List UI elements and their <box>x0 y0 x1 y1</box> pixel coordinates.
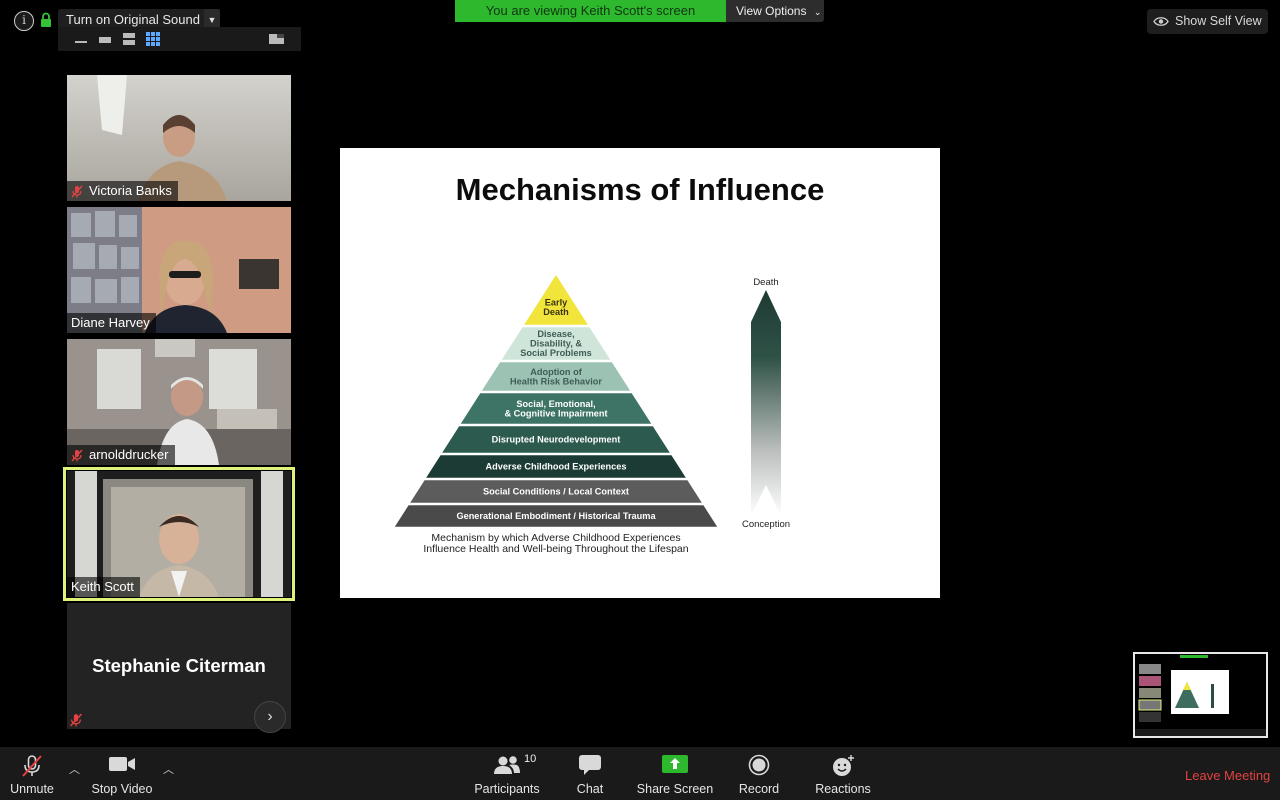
show-self-view-label: Show Self View <box>1175 14 1262 28</box>
smiley-plus-icon <box>833 755 854 776</box>
pyramid-level-label: Adverse Childhood Experiences <box>486 462 627 472</box>
next-page-button[interactable]: › <box>254 701 286 733</box>
participant-name-label: arnolddrucker <box>67 445 175 465</box>
pyramid-level-label: & Cognitive Impairment <box>504 408 607 418</box>
participant-tile-victoria-banks[interactable]: Victoria Banks <box>67 75 291 201</box>
view-options-label: View Options <box>736 4 807 18</box>
show-self-view-button[interactable]: Show Self View <box>1147 9 1268 34</box>
participants-button[interactable]: 10 Participants <box>470 747 544 800</box>
pyramid-level-label: Social, Emotional, <box>516 399 595 409</box>
unmute-button[interactable]: Unmute <box>6 747 58 800</box>
pyramid-level-label: Adoption of <box>530 367 582 377</box>
chevron-right-icon: › <box>267 708 273 725</box>
gallery-grid-icon[interactable] <box>146 32 160 46</box>
gallery-view-bar <box>58 27 301 51</box>
chat-bubble-icon <box>579 755 601 775</box>
encryption-lock-icon[interactable] <box>40 12 52 33</box>
minimized-window-thumbnail[interactable] <box>1133 652 1268 738</box>
participant-name-label: Victoria Banks <box>67 181 178 201</box>
video-options-caret[interactable]: ︿ <box>163 761 174 777</box>
active-speaker-border <box>63 467 295 601</box>
pyramid-level-label: Social Conditions / Local Context <box>483 487 629 497</box>
meeting-toolbar: Unmute ︿ Stop Video ︿ 10 Participants Ch… <box>0 747 1280 800</box>
pyramid-level-label: Generational Embodiment / Historical Tra… <box>456 511 656 521</box>
thumbnail-preview <box>1135 654 1266 736</box>
record-icon <box>748 754 770 776</box>
arrow-top-label: Death <box>753 277 778 288</box>
participant-name-display: Stephanie Citerman <box>92 655 266 676</box>
chevron-down-icon: ⌄ <box>813 7 822 17</box>
participants-icon <box>494 756 520 774</box>
eye-icon <box>1153 17 1169 26</box>
record-button[interactable]: Record <box>734 747 784 800</box>
chat-label: Chat <box>576 782 604 796</box>
chat-button[interactable]: Chat <box>565 747 615 800</box>
participant-tile-diane-harvey[interactable]: Diane Harvey <box>67 207 291 333</box>
muted-mic-icon <box>71 185 83 198</box>
muted-mic-icon <box>70 713 82 727</box>
pyramid-level-label: Early <box>545 297 568 307</box>
pyramid-level-label: Health Risk Behavior <box>510 376 602 386</box>
share-screen-button[interactable]: Share Screen <box>635 747 715 800</box>
lifespan-arrow <box>751 290 781 516</box>
arrow-bottom-label: Conception <box>742 519 790 530</box>
muted-mic-icon <box>71 449 83 462</box>
side-by-side-icon[interactable] <box>269 32 285 46</box>
viewing-screen-banner: You are viewing Keith Scott's screen <box>455 0 726 22</box>
leave-meeting-button[interactable]: Leave Meeting <box>1185 768 1270 783</box>
pyramid-level-label: Social Problems <box>520 348 592 358</box>
share-screen-label: Share Screen <box>636 782 714 796</box>
unmute-label: Unmute <box>10 782 54 796</box>
participants-label: Participants <box>474 782 540 796</box>
minimize-icon[interactable] <box>74 32 88 46</box>
share-screen-icon <box>662 755 688 773</box>
stop-video-button[interactable]: Stop Video <box>88 747 156 800</box>
pyramid-caption-line2: Influence Health and Well-being Througho… <box>423 543 688 555</box>
view-options-button[interactable]: View Options ⌄ <box>726 0 824 22</box>
thumbnail-view-icon[interactable] <box>98 32 112 46</box>
reactions-label: Reactions <box>815 782 871 796</box>
record-label: Record <box>738 782 780 796</box>
participants-count: 10 <box>524 753 537 765</box>
participant-tile-arnolddrucker[interactable]: arnolddrucker <box>67 339 291 465</box>
pyramid-level-label: Disability, & <box>530 339 582 349</box>
pyramid-level-label: Disrupted Neurodevelopment <box>492 435 621 445</box>
pyramid-level-label: Disease, <box>537 329 574 339</box>
participant-name-label: Diane Harvey <box>67 313 156 333</box>
reactions-button[interactable]: Reactions <box>812 747 874 800</box>
pyramid-level-label: Death <box>543 307 569 317</box>
muted-mic-icon <box>22 755 42 777</box>
shared-screen-slide: Mechanisms of Influence Early Death Diseas… <box>340 148 940 598</box>
audio-options-caret[interactable]: ︿ <box>69 761 80 777</box>
pyramid-diagram: EarlyDeathDisease,Disability, &Social Pr… <box>394 275 790 555</box>
speaker-strip-icon[interactable] <box>122 32 136 46</box>
stop-video-label: Stop Video <box>91 782 153 796</box>
video-camera-icon <box>109 757 135 771</box>
meeting-info-icon[interactable]: i <box>14 11 34 31</box>
